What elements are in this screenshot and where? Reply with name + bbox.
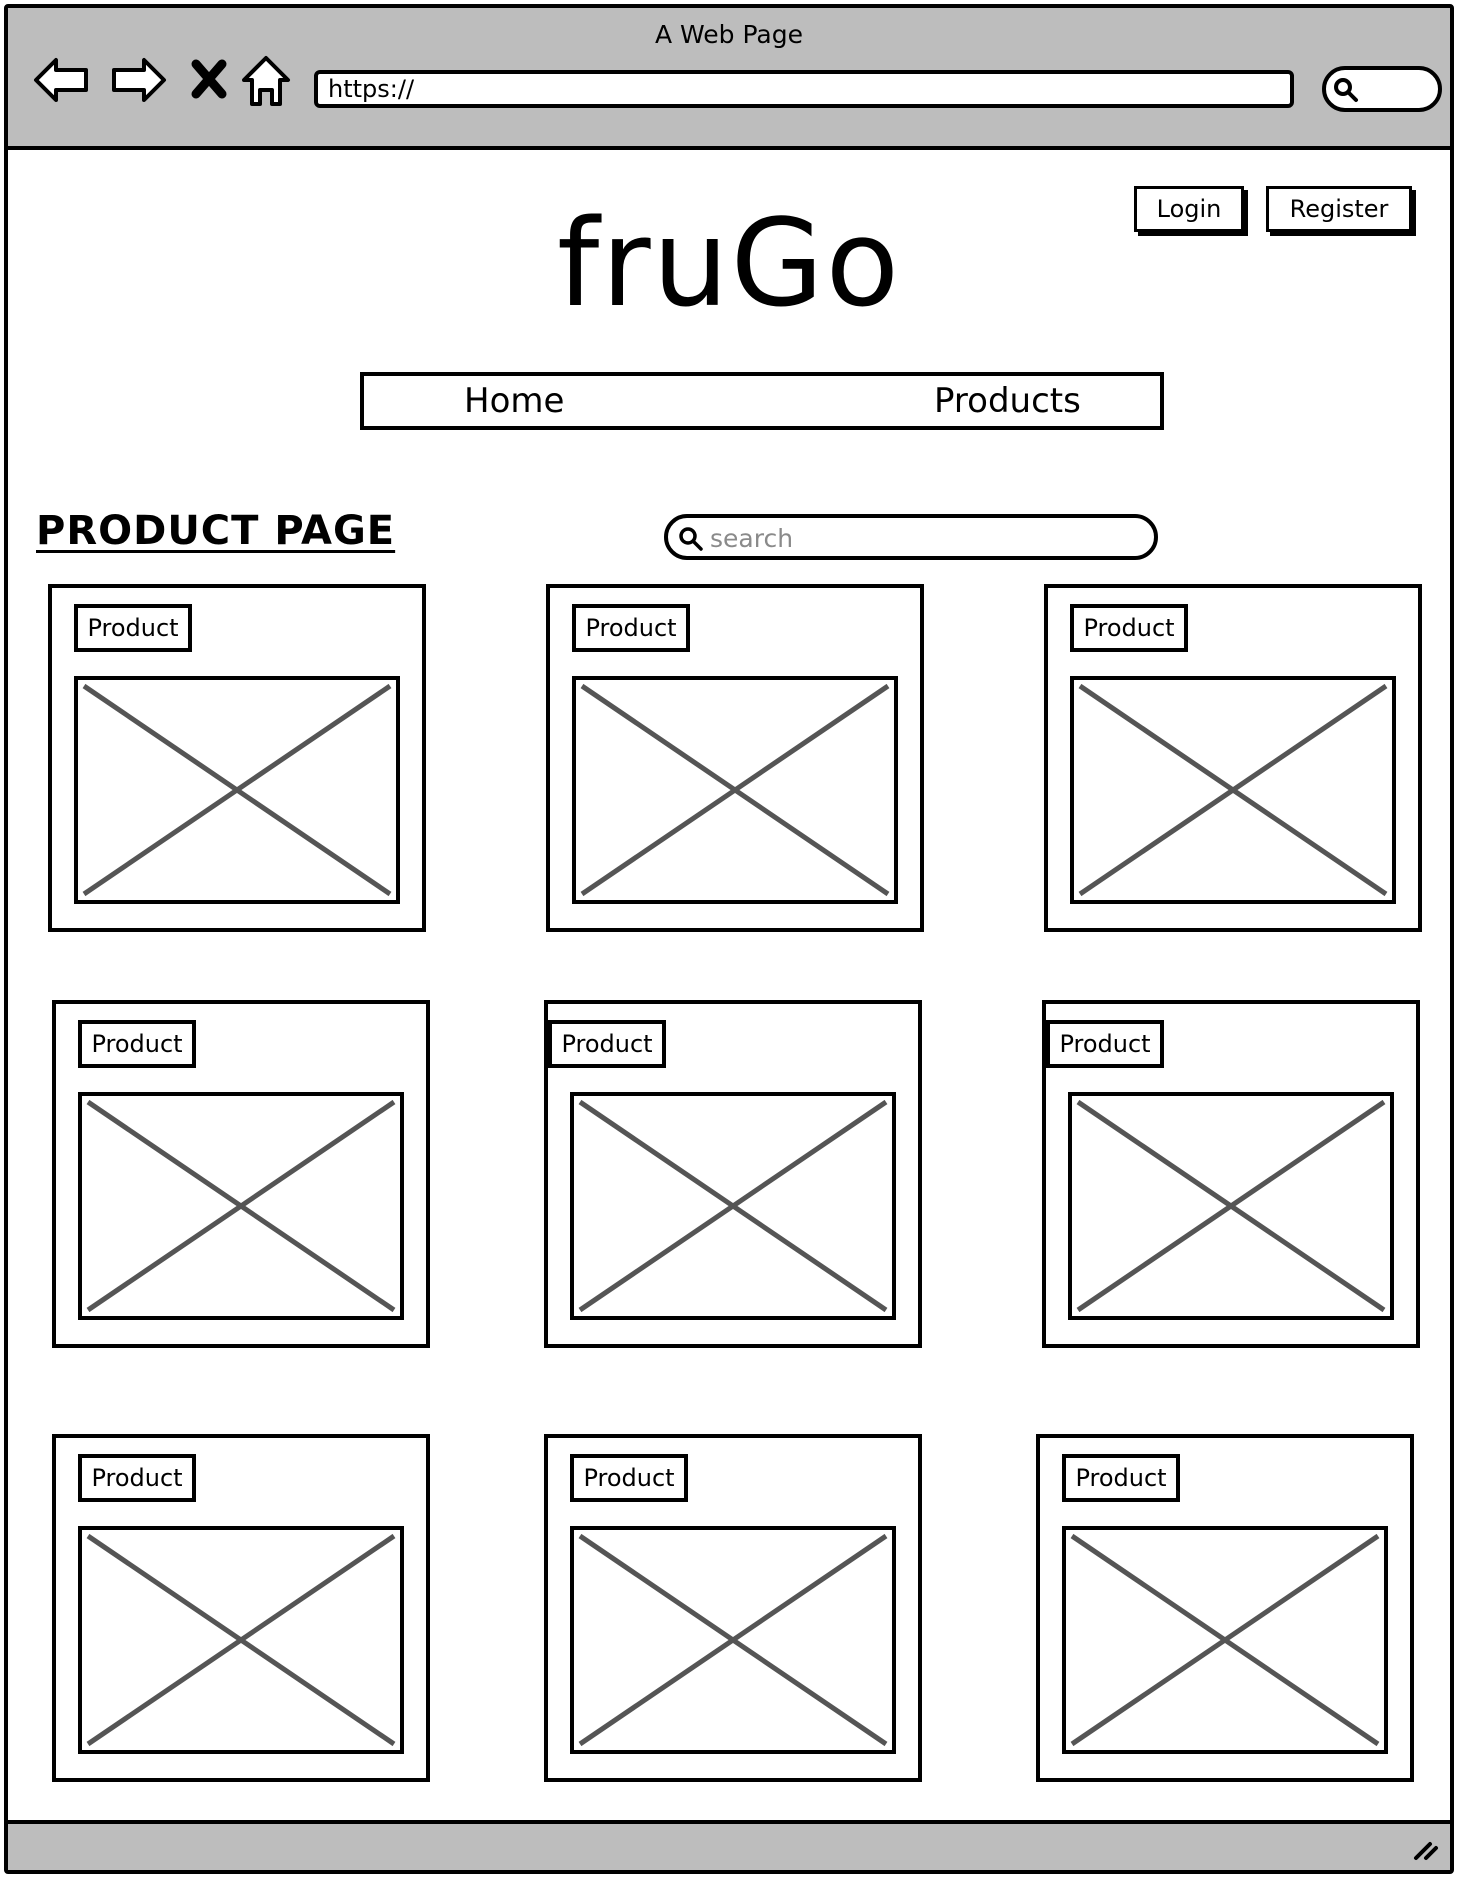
product-card[interactable]: Product (48, 584, 426, 932)
page-content: fruGo Login Register Home Products PRODU… (8, 150, 1450, 1830)
product-label: Product (78, 1020, 196, 1068)
login-button[interactable]: Login (1134, 186, 1244, 232)
product-label: Product (570, 1454, 688, 1502)
resize-grip-icon[interactable] (1410, 1832, 1440, 1862)
search-input[interactable] (708, 518, 1132, 558)
home-icon[interactable] (236, 50, 296, 110)
product-label: Product (74, 604, 192, 652)
browser-statusbar (8, 1820, 1450, 1870)
product-image-placeholder (1062, 1526, 1388, 1754)
product-image-placeholder (572, 676, 898, 904)
product-label: Product (548, 1020, 666, 1068)
product-label: Product (78, 1454, 196, 1502)
product-card[interactable]: Product (1044, 584, 1422, 932)
search-icon (679, 527, 703, 551)
product-image-placeholder (570, 1092, 896, 1320)
product-label: Product (1070, 604, 1188, 652)
product-card[interactable]: Product (546, 584, 924, 932)
product-card[interactable]: Product (1042, 1000, 1420, 1348)
product-card[interactable]: Product (544, 1434, 922, 1782)
nav-item-home[interactable]: Home (464, 376, 564, 426)
url-bar[interactable]: https:// (314, 70, 1294, 108)
product-label: Product (1046, 1020, 1164, 1068)
product-image-placeholder (1070, 676, 1396, 904)
close-x-icon[interactable] (180, 50, 240, 110)
product-label: Product (572, 604, 690, 652)
product-card[interactable]: Product (544, 1000, 922, 1348)
browser-window: A Web Page https:// fruGo Login Register… (4, 4, 1454, 1874)
forward-arrow-icon[interactable] (108, 50, 168, 110)
main-navbar: Home Products (360, 372, 1164, 430)
product-image-placeholder (78, 1526, 404, 1754)
window-title: A Web Page (654, 20, 804, 49)
product-image-placeholder (570, 1526, 896, 1754)
product-search[interactable] (664, 514, 1158, 560)
nav-item-products[interactable]: Products (934, 376, 1081, 426)
product-card[interactable]: Product (52, 1000, 430, 1348)
product-image-placeholder (1068, 1092, 1394, 1320)
back-arrow-icon[interactable] (32, 50, 92, 110)
search-icon (1334, 78, 1358, 102)
register-button[interactable]: Register (1266, 186, 1412, 232)
browser-search-box[interactable] (1322, 66, 1442, 112)
page-title: PRODUCT PAGE (36, 508, 396, 554)
product-image-placeholder (78, 1092, 404, 1320)
product-label: Product (1062, 1454, 1180, 1502)
product-card[interactable]: Product (1036, 1434, 1414, 1782)
product-image-placeholder (74, 676, 400, 904)
browser-titlebar: A Web Page https:// (8, 8, 1450, 150)
product-card[interactable]: Product (52, 1434, 430, 1782)
